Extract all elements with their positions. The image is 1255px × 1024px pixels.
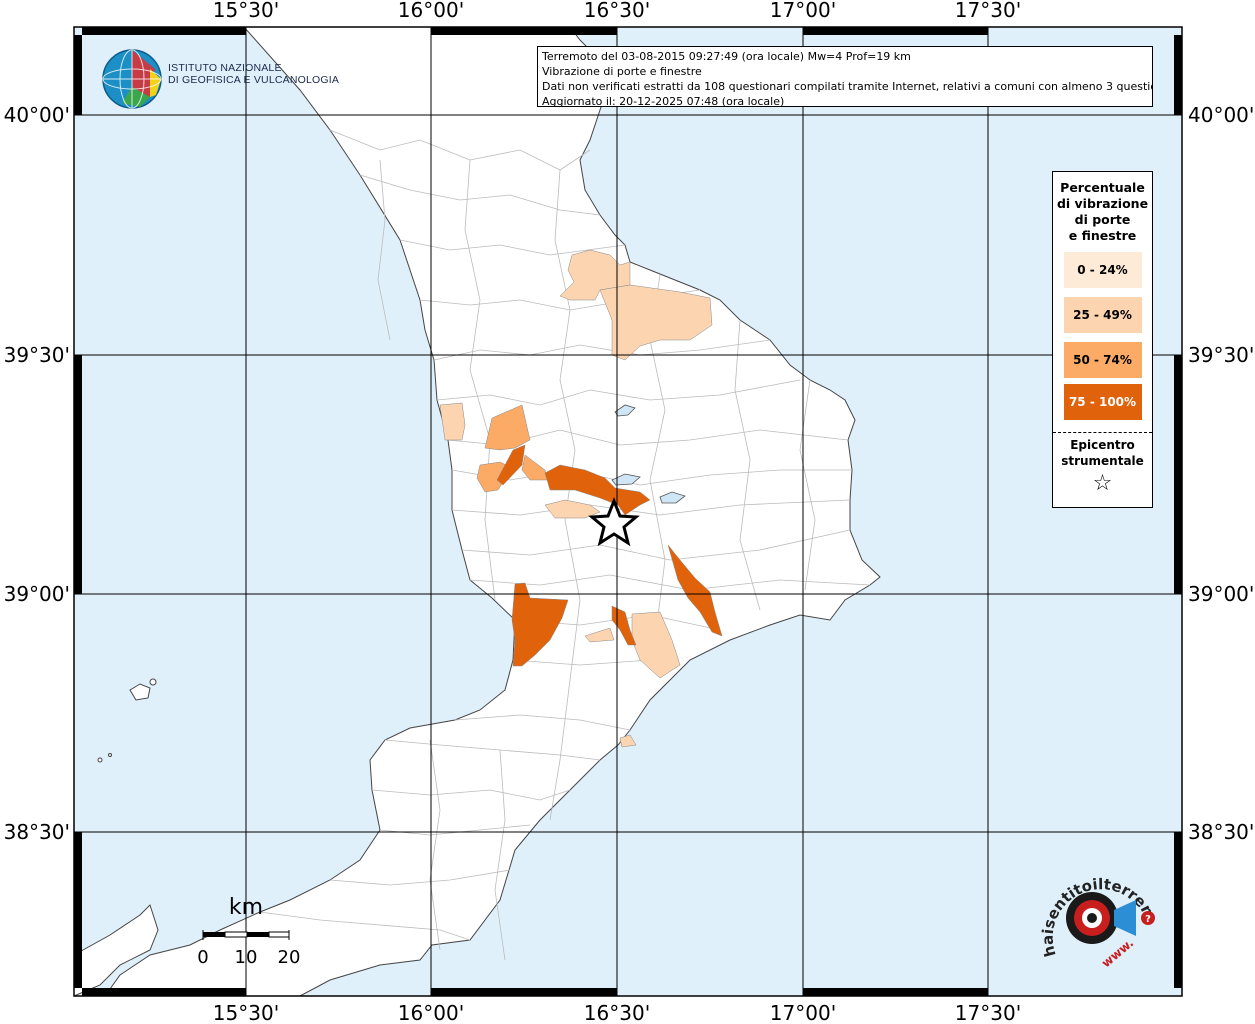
lon-tick-label: 17°30': [955, 1001, 1021, 1024]
legend-star-icon: ☆: [1092, 471, 1113, 496]
data-note: Dati non verificati estratti da 108 ques…: [542, 80, 1153, 93]
legend-title-line: di vibrazione: [1056, 196, 1149, 211]
lat-tick-label: 38°30': [1188, 820, 1254, 844]
islet: [108, 753, 112, 757]
legend-title-line: Percentuale: [1060, 180, 1145, 195]
legend-class-0-24: 0 - 24%: [1063, 252, 1142, 288]
lon-tick-label: 16°00': [398, 1001, 464, 1024]
update-time: Aggiornato il: 20-12-2025 07:48 (ora loc…: [542, 95, 785, 107]
event-title: Terremoto del 03-08-2015 09:27:49 (ora l…: [542, 50, 911, 63]
lat-tick-label: 39°30': [1188, 343, 1254, 367]
svg-text:?: ?: [1145, 914, 1151, 925]
lat-labels-left: 40°00' 39°30' 39°00' 38°30': [4, 103, 70, 844]
lon-tick-label: 17°30': [955, 0, 1021, 22]
legend-title-line: e finestre: [1068, 228, 1137, 243]
legend-divider: [1053, 432, 1152, 433]
scale-tick: 20: [278, 947, 301, 968]
lon-tick-label: 15°30': [213, 1001, 279, 1024]
islet: [149, 678, 157, 686]
lat-tick-label: 39°30': [4, 343, 70, 367]
legend-epicenter-line: strumentale: [1061, 454, 1144, 468]
scale-unit: km: [229, 895, 263, 920]
legend-class-50-74: 50 - 74%: [1063, 342, 1142, 378]
legend-epicenter-label: Epicentro strumentale: [1053, 437, 1152, 469]
map-subject: Vibrazione di porte e finestre: [542, 65, 702, 78]
lat-tick-label: 40°00': [4, 103, 70, 127]
ingv-name-line1: ISTITUTO NAZIONALE: [168, 62, 282, 74]
lon-labels-bottom: 15°30' 16°00' 16°30' 17°00' 17°30': [213, 1001, 1021, 1024]
lon-tick-label: 16°30': [584, 0, 650, 22]
lon-tick-label: 16°30': [584, 1001, 650, 1024]
legend-class-75-100: 75 - 100%: [1063, 384, 1142, 420]
islet: [97, 757, 103, 763]
scale-tick: 0: [197, 947, 208, 968]
haisentito-www: www.: [1099, 936, 1136, 971]
lon-tick-label: 17°00': [770, 0, 836, 22]
lon-tick-label: 16°00': [398, 0, 464, 22]
lat-tick-label: 40°00': [1188, 103, 1254, 127]
legend-class-25-49: 25 - 49%: [1063, 297, 1142, 333]
legend: Percentuale di vibrazione di porte e fin…: [1052, 171, 1153, 508]
lat-labels-right: 40°00' 39°30' 39°00' 38°30': [1188, 103, 1254, 844]
legend-title-line: di porte: [1074, 212, 1131, 227]
ingv-name: ISTITUTO NAZIONALE DI GEOFISICA E VULCAN…: [168, 62, 339, 86]
lon-tick-label: 17°00': [770, 1001, 836, 1024]
event-info-box: Terremoto del 03-08-2015 09:27:49 (ora l…: [537, 46, 1153, 107]
lon-tick-label: 15°30': [213, 0, 279, 22]
ingv-name-line2: DI GEOFISICA E VULCANOLOGIA: [168, 74, 340, 86]
lat-tick-label: 38°30': [4, 820, 70, 844]
legend-epicenter-line: Epicentro: [1070, 438, 1135, 452]
legend-title: Percentuale di vibrazione di porte e fin…: [1053, 180, 1152, 244]
haisentito-logo: haisentitoilterremoto.it ? www.: [1036, 860, 1160, 971]
scale-tick: 10: [235, 947, 258, 968]
lat-tick-label: 39°00': [4, 582, 70, 606]
lon-labels-top: 15°30' 16°00' 16°30' 17°00' 17°30': [213, 0, 1021, 22]
lat-tick-label: 39°00': [1188, 582, 1254, 606]
